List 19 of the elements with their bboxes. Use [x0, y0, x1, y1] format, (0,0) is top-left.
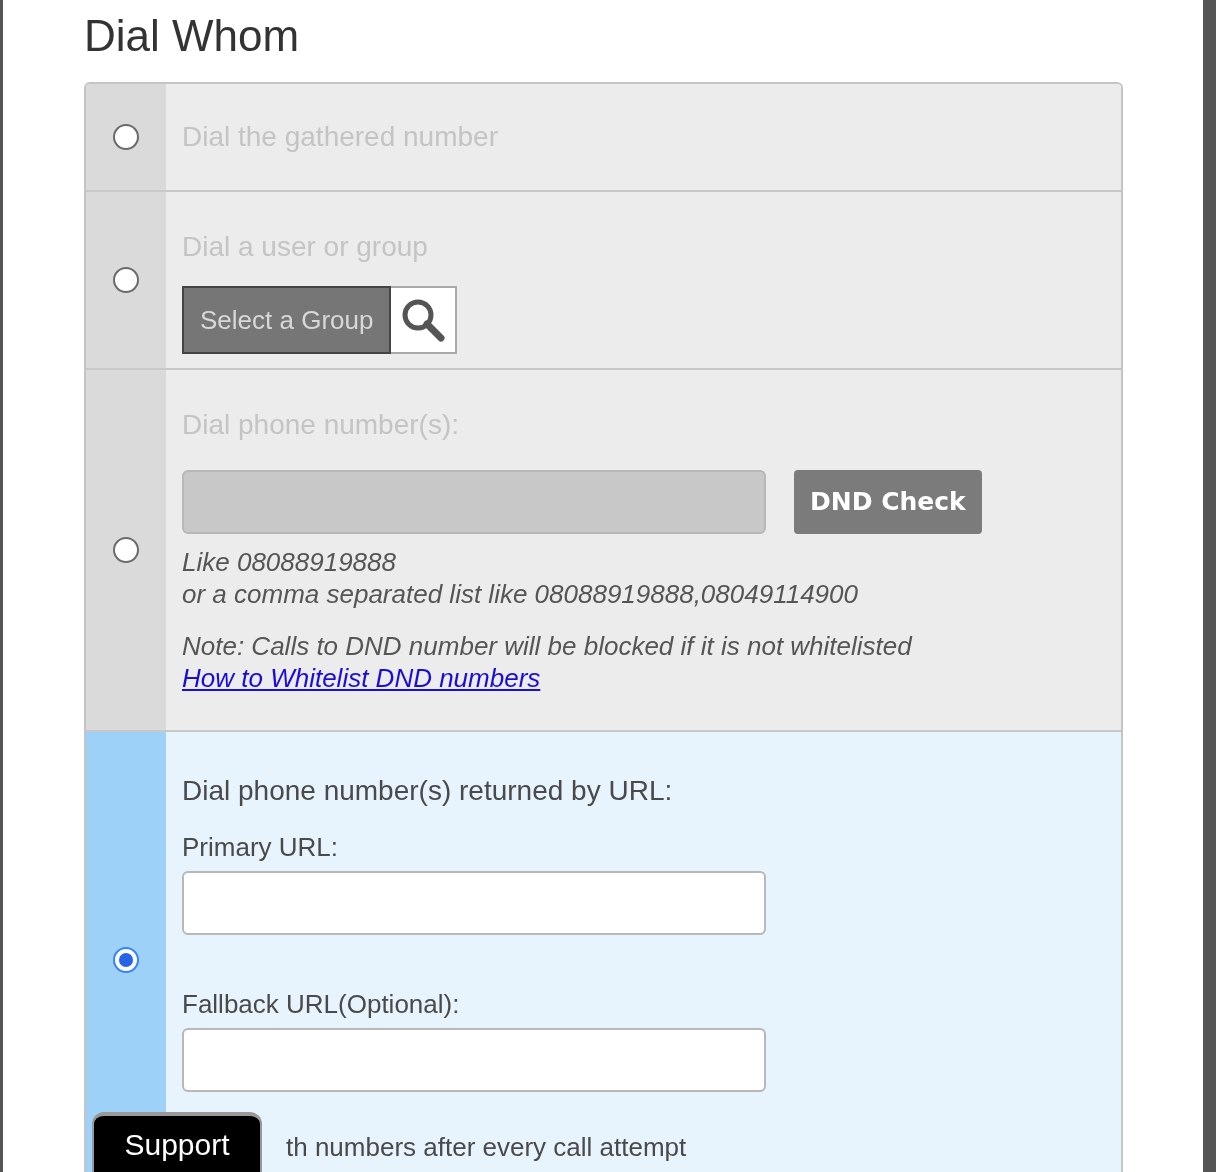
dnd-check-button[interactable]: DND Check [794, 470, 982, 534]
radio-button[interactable] [113, 267, 139, 293]
field-label: Primary URL: [182, 831, 339, 864]
option-text: th numbers after every call attempt [286, 1131, 688, 1164]
search-icon [400, 297, 447, 343]
radio-button[interactable] [113, 124, 139, 150]
section-heading: Dial Whom [84, 10, 301, 62]
search-button[interactable] [391, 286, 458, 354]
support-button[interactable]: Support [92, 1112, 262, 1172]
whitelist-link[interactable]: How to Whitelist DND numbers [182, 663, 541, 693]
radio-button[interactable] [113, 946, 139, 973]
radio-button[interactable] [113, 537, 139, 563]
note-text: Note: Calls to DND number will be blocked if it is not whitelisted [182, 630, 914, 662]
fallback-url-field[interactable] [182, 1028, 766, 1092]
field-label: Fallback URL(Optional): [182, 988, 461, 1021]
primary-url-field[interactable] [182, 871, 766, 935]
option-label: Dial phone number(s) returned by URL: [182, 774, 674, 808]
hint-text: or a comma separated list like 08088919888,08049114900 [182, 578, 859, 610]
hint-text: Like 08088919888 [182, 546, 397, 578]
